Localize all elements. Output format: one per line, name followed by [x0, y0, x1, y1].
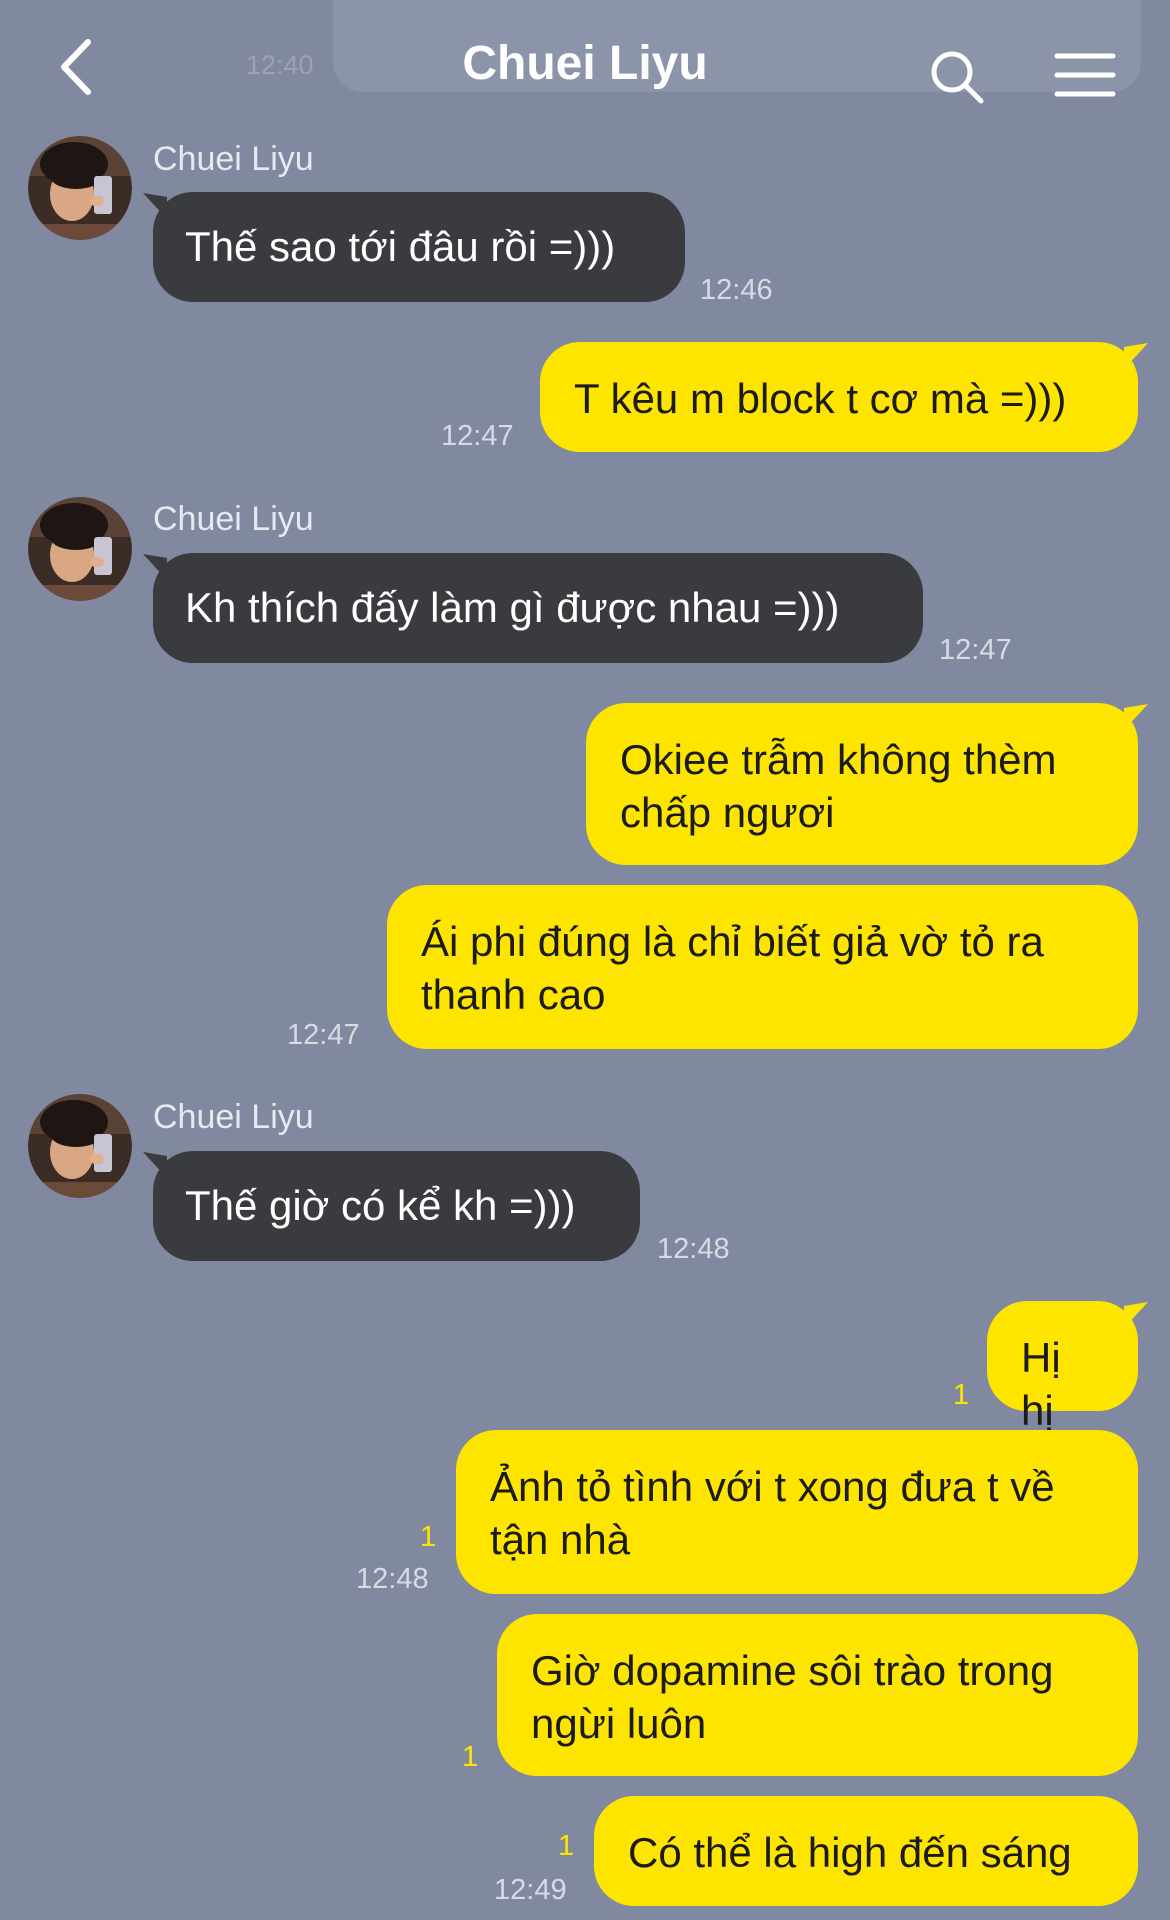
message-timestamp: 12:48	[657, 1233, 730, 1265]
message-timestamp: 12:46	[700, 274, 773, 306]
contact-avatar[interactable]	[28, 1094, 132, 1198]
menu-icon[interactable]	[1054, 52, 1116, 98]
sender-name: Chuei Liyu	[153, 500, 314, 538]
sender-name: Chuei Liyu	[153, 140, 314, 178]
incoming-message-bubble[interactable]: Thế giờ có kể kh =)))	[153, 1151, 640, 1261]
message-timestamp: 12:49	[494, 1874, 567, 1906]
outgoing-message-bubble[interactable]: T kêu m block t cơ mà =)))	[540, 342, 1138, 452]
chat-screen: 12:40 Chuei Liyu Chuei Liyu Thế sao tới đ…	[0, 0, 1170, 1920]
outgoing-message-bubble[interactable]: Ái phi đúng là chỉ biết giả vờ tỏ ra tha…	[387, 885, 1138, 1049]
message-timestamp: 12:47	[939, 634, 1012, 666]
search-icon[interactable]	[930, 50, 986, 106]
outgoing-message-bubble[interactable]: Có thể là high đến sáng	[594, 1796, 1138, 1906]
outgoing-message-bubble[interactable]: Okiee trẫm không thèm chấp ngươi	[586, 703, 1138, 865]
chat-title: Chuei Liyu	[462, 37, 708, 90]
bubble-tail	[143, 1152, 167, 1178]
unread-count: 1	[953, 1379, 970, 1411]
bubble-tail	[1124, 343, 1148, 369]
bubble-tail	[143, 554, 167, 580]
incoming-message-bubble[interactable]: Kh thích đấy làm gì được nhau =)))	[153, 553, 923, 663]
bubble-tail	[1124, 1302, 1148, 1328]
sender-name: Chuei Liyu	[153, 1098, 314, 1136]
contact-avatar[interactable]	[28, 497, 132, 601]
outgoing-message-bubble[interactable]: Giờ dopamine sôi trào trong ngừi luôn	[497, 1614, 1138, 1776]
message-timestamp: 12:47	[287, 1019, 360, 1051]
message-timestamp: 12:47	[441, 420, 514, 452]
message-timestamp: 12:48	[356, 1563, 429, 1595]
outgoing-message-bubble[interactable]: Hị hị	[987, 1301, 1138, 1434]
unread-count: 1	[420, 1521, 437, 1553]
chat-header: 12:40 Chuei Liyu	[0, 0, 1170, 120]
bubble-tail	[143, 193, 167, 219]
outgoing-message-bubble[interactable]: Ảnh tỏ tình với t xong đưa t về tận nhà	[456, 1430, 1138, 1594]
unread-count: 1	[558, 1830, 575, 1862]
incoming-message-bubble[interactable]: Thế sao tới đâu rồi =)))	[153, 192, 685, 302]
contact-avatar[interactable]	[28, 136, 132, 240]
bubble-tail	[1124, 704, 1148, 730]
unread-count: 1	[462, 1741, 479, 1773]
